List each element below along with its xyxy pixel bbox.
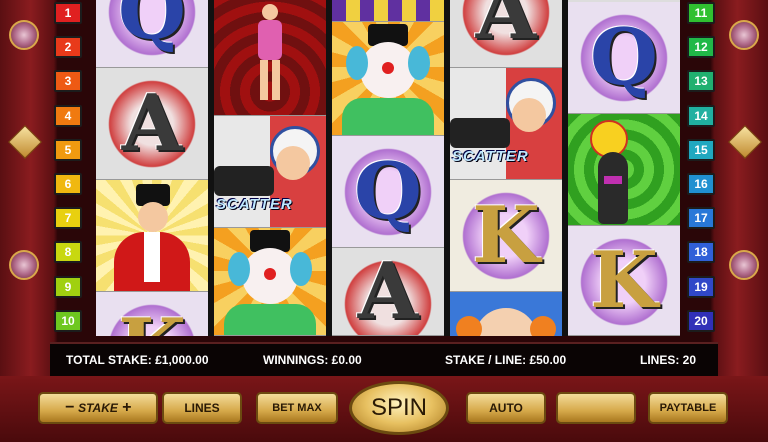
stake-per-line-text: STAKE / LINE: £50.00 bbox=[445, 353, 567, 367]
lines-button[interactable]: LINES bbox=[162, 392, 242, 424]
paytable-button[interactable]: PAYTABLE bbox=[648, 392, 728, 424]
symbol-clown bbox=[332, 22, 444, 136]
symbol-tent bbox=[332, 0, 444, 22]
payline-8-indicator[interactable]: 8 bbox=[54, 241, 82, 264]
payline-4-indicator[interactable]: 4 bbox=[54, 104, 82, 127]
payline-18-indicator[interactable]: 18 bbox=[687, 241, 715, 264]
payline-2-indicator[interactable]: 2 bbox=[54, 36, 82, 59]
symbol-a: A bbox=[450, 0, 562, 68]
total-stake-text: TOTAL STAKE: £1,000.00 bbox=[66, 353, 209, 367]
symbol-bald-clown bbox=[450, 292, 562, 336]
symbol-scatter: SCATTER bbox=[214, 116, 326, 228]
payline-15-indicator[interactable]: 15 bbox=[687, 138, 715, 161]
payline-10-indicator[interactable]: 10 bbox=[54, 309, 82, 332]
symbol-q: Q bbox=[96, 0, 208, 68]
payline-5-indicator[interactable]: 5 bbox=[54, 138, 82, 161]
reel-3: Q A bbox=[332, 0, 444, 336]
symbol-a: A bbox=[332, 248, 444, 336]
symbol-seal bbox=[568, 114, 680, 226]
stake-plus-icon[interactable]: + bbox=[122, 399, 131, 417]
payline-19-indicator[interactable]: 19 bbox=[687, 275, 715, 298]
payline-13-indicator[interactable]: 13 bbox=[687, 70, 715, 93]
symbol-k: K bbox=[450, 180, 562, 292]
symbol-clown bbox=[214, 228, 326, 336]
symbol-q: Q bbox=[332, 136, 444, 248]
payline-1-indicator[interactable]: 1 bbox=[54, 2, 82, 24]
symbol-q: Q bbox=[568, 2, 680, 114]
auto-button[interactable]: AUTO bbox=[466, 392, 546, 424]
left-decoration bbox=[4, 0, 44, 330]
right-decoration bbox=[724, 0, 764, 330]
symbol-scatter: SCATTER bbox=[450, 68, 562, 180]
stake-minus-icon[interactable]: − bbox=[65, 399, 74, 417]
payline-14-indicator[interactable]: 14 bbox=[687, 104, 715, 127]
reel-4: A SCATTER K bbox=[450, 0, 562, 336]
payline-16-indicator[interactable]: 16 bbox=[687, 173, 715, 195]
reel-2: SCATTER bbox=[214, 0, 326, 336]
blank-button[interactable] bbox=[556, 392, 636, 424]
reel-1: Q A K bbox=[96, 0, 208, 336]
gem-icon bbox=[9, 20, 39, 50]
info-bar: TOTAL STAKE: £1,000.00 WINNINGS: £0.00 S… bbox=[50, 342, 718, 378]
payline-3-indicator[interactable]: 3 bbox=[54, 70, 82, 93]
gem-icon bbox=[729, 20, 759, 50]
payline-indicators-left: 1 2 3 4 5 6 7 8 9 10 bbox=[54, 0, 82, 336]
winnings-text: WINNINGS: £0.00 bbox=[263, 353, 362, 367]
reel-5: Q K bbox=[568, 0, 680, 336]
reel-area[interactable]: Q A K SCATTER bbox=[96, 0, 680, 336]
stake-button[interactable]: − STAKE + bbox=[38, 392, 158, 424]
diamond-icon bbox=[8, 125, 42, 159]
symbol-k: K bbox=[568, 226, 680, 336]
symbol-k: K bbox=[96, 292, 208, 336]
payline-12-indicator[interactable]: 12 bbox=[687, 36, 715, 59]
spin-button[interactable]: SPIN bbox=[349, 381, 449, 435]
symbol-a: A bbox=[96, 68, 208, 180]
payline-7-indicator[interactable]: 7 bbox=[54, 207, 82, 230]
gem-icon bbox=[729, 250, 759, 280]
symbol-strongwoman bbox=[214, 0, 326, 116]
diamond-icon bbox=[728, 125, 762, 159]
lines-count-text: LINES: 20 bbox=[640, 353, 697, 367]
payline-11-indicator[interactable]: 11 bbox=[687, 2, 715, 24]
payline-17-indicator[interactable]: 17 bbox=[687, 207, 715, 230]
bet-max-button[interactable]: BET MAX bbox=[256, 392, 338, 424]
payline-20-indicator[interactable]: 20 bbox=[687, 309, 715, 332]
payline-9-indicator[interactable]: 9 bbox=[54, 275, 82, 298]
gem-icon bbox=[9, 250, 39, 280]
payline-6-indicator[interactable]: 6 bbox=[54, 173, 82, 195]
stake-label: STAKE bbox=[78, 401, 118, 415]
symbol-ringmaster bbox=[96, 180, 208, 292]
payline-indicators-right: 11 12 13 14 15 16 17 18 19 20 bbox=[687, 0, 715, 336]
